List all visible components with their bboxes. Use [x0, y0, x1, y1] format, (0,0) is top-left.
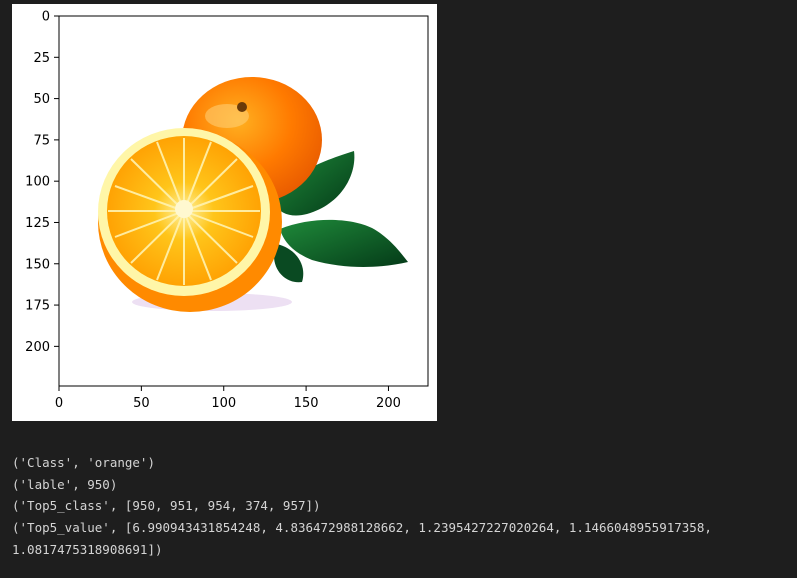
output-line: ('lable', 950) [12, 476, 118, 492]
y-tick-label: 150 [25, 257, 50, 272]
image-plot-svg: 0 50 100 150 200 0 25 50 75 100 125 150 175 200 [25, 10, 429, 411]
image-plot-figure: 0 50 100 150 200 0 25 50 75 100 125 150 175 200 [12, 4, 437, 421]
image-content [59, 16, 428, 386]
cell-output: ('Class', 'orange') ('lable', 950) ('Top5_… [12, 452, 792, 561]
x-tick-label: 50 [133, 396, 150, 411]
y-axis: 0 25 50 75 100 125 150 175 200 [25, 10, 59, 355]
y-tick-label: 175 [25, 299, 50, 314]
y-tick-label: 200 [25, 340, 50, 355]
y-tick-label: 25 [33, 51, 50, 66]
y-tick-label: 0 [42, 10, 50, 25]
x-tick-label: 0 [55, 396, 63, 411]
x-axis: 0 50 100 150 200 [55, 386, 401, 411]
y-tick-label: 50 [33, 92, 50, 107]
x-tick-label: 150 [294, 396, 319, 411]
output-line: ('Class', 'orange') [12, 455, 155, 470]
pulp-center [175, 200, 193, 218]
output-line: ('Top5_class', [950, 951, 954, 374, 957]… [12, 498, 321, 514]
y-tick-label: 100 [25, 175, 50, 190]
orange-stem [237, 102, 247, 112]
x-tick-label: 200 [376, 396, 401, 411]
output-line: 1.0817475318908691]) [12, 541, 163, 557]
x-tick-label: 100 [211, 396, 236, 411]
output-line: ('Top5_value', [6.990943431854248, 4.836… [12, 520, 712, 536]
y-tick-label: 125 [25, 216, 50, 231]
y-tick-label: 75 [33, 133, 50, 148]
